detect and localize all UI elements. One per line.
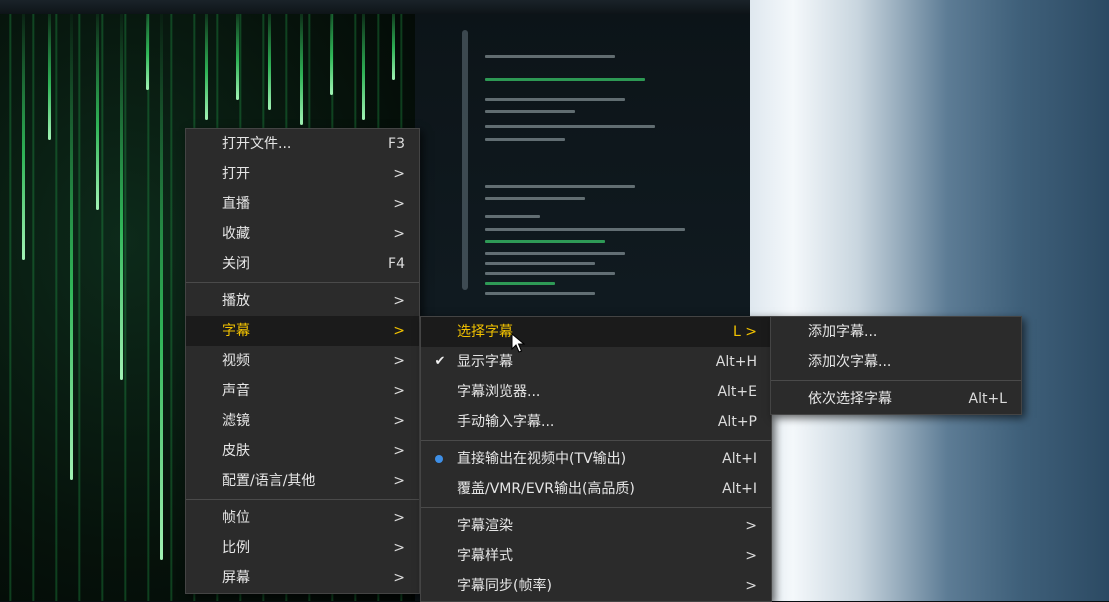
menu-separator [186,282,419,283]
submenu-arrow-icon: > [393,413,405,429]
menu-item-favorites[interactable]: 收藏 > [186,219,419,249]
submenu-arrow-icon: > [393,383,405,399]
radio-selected-icon [435,455,443,463]
menu-item-subtitle-rendering[interactable]: 字幕渲染 > [421,511,771,541]
menu-group-file: 打开文件... F3 打开 > 直播 > 收藏 > 关闭 F4 [186,129,419,279]
shortcut-label: Alt+I [722,451,757,467]
submenu-arrow-icon: > [393,443,405,459]
checkmark-icon: ✔ [434,354,446,369]
menu-separator [421,507,771,508]
blurred-window-light [750,0,1109,601]
menu-item-play[interactable]: 播放 > [186,286,419,316]
submenu-arrow-icon: > [393,293,405,309]
menu-item-screen[interactable]: 屏幕 > [186,563,419,593]
menu-item-subtitle-sync[interactable]: 字幕同步(帧率) > [421,571,771,601]
menu-group-subtitle-settings: 字幕渲染 > 字幕样式 > 字幕同步(帧率) > [421,511,771,601]
menu-group-cycle-subtitle: 依次选择字幕 Alt+L [771,384,1021,414]
submenu-arrow-icon: > [745,548,757,564]
submenu-select-subtitle: 添加字幕... 添加次字幕... 依次选择字幕 Alt+L [770,316,1022,415]
menu-item-close[interactable]: 关闭 F4 [186,249,419,279]
menu-group-add-subtitle: 添加字幕... 添加次字幕... [771,317,1021,377]
menu-group-media: 播放 > 字幕 > 视频 > 声音 > 滤镜 > 皮肤 > 配置/语言/其他 > [186,286,419,496]
menu-separator [421,440,771,441]
menu-group-display: 帧位 > 比例 > 屏幕 > [186,503,419,593]
submenu-arrow-icon: > [393,473,405,489]
shortcut-label: F4 [388,256,405,272]
submenu-subtitles: 选择字幕 L > ✔ 显示字幕 Alt+H 字幕浏览器... Alt+E 手动输入字幕.… [420,316,772,602]
menu-separator [186,499,419,500]
shortcut-label: F3 [388,136,405,152]
menu-item-filters[interactable]: 滤镜 > [186,406,419,436]
shortcut-label: Alt+H [715,354,757,370]
menu-item-subtitle-style[interactable]: 字幕样式 > [421,541,771,571]
submenu-arrow-icon: > [393,570,405,586]
menu-group-subtitle-source: 选择字幕 L > ✔ 显示字幕 Alt+H 字幕浏览器... Alt+E 手动输入字幕.… [421,317,771,437]
shortcut-label: Alt+L [968,391,1008,407]
context-menu-main: 打开文件... F3 打开 > 直播 > 收藏 > 关闭 F4 播放 > 字幕 > 视频 > 声… [185,128,420,594]
menu-item-add-subtitle[interactable]: 添加字幕... [771,317,1021,347]
menu-item-add-secondary-subtitle[interactable]: 添加次字幕... [771,347,1021,377]
menu-group-output-mode: 直接输出在视频中(TV输出) Alt+I 覆盖/VMR/EVR输出(高品质) Alt… [421,444,771,504]
submenu-arrow-icon: > [393,196,405,212]
submenu-arrow-icon: > [393,540,405,556]
menu-item-live[interactable]: 直播 > [186,189,419,219]
menu-item-open-file[interactable]: 打开文件... F3 [186,129,419,159]
menu-item-select-subtitle[interactable]: 选择字幕 L > [421,317,771,347]
shortcut-label: Alt+I [722,481,757,497]
menu-item-subtitles[interactable]: 字幕 > [186,316,419,346]
menu-item-manual-subtitle-input[interactable]: 手动输入字幕... Alt+P [421,407,771,437]
menu-item-aspect-ratio[interactable]: 比例 > [186,533,419,563]
shortcut-label: Alt+P [717,414,757,430]
menu-separator [771,380,1021,381]
submenu-arrow-icon: > [393,353,405,369]
menu-item-frame-position[interactable]: 帧位 > [186,503,419,533]
submenu-arrow-icon: > [393,166,405,182]
menu-item-output-in-video[interactable]: 直接输出在视频中(TV输出) Alt+I [421,444,771,474]
shortcut-label: L > [733,324,757,340]
menu-item-overlay-output[interactable]: 覆盖/VMR/EVR输出(高品质) Alt+I [421,474,771,504]
menu-item-skins[interactable]: 皮肤 > [186,436,419,466]
menu-item-cycle-subtitles[interactable]: 依次选择字幕 Alt+L [771,384,1021,414]
submenu-arrow-icon: > [745,578,757,594]
menu-item-show-subtitles[interactable]: ✔ 显示字幕 Alt+H [421,347,771,377]
menu-item-video[interactable]: 视频 > [186,346,419,376]
menu-item-subtitle-browser[interactable]: 字幕浏览器... Alt+E [421,377,771,407]
menu-item-audio[interactable]: 声音 > [186,376,419,406]
submenu-arrow-icon: > [393,226,405,242]
shortcut-label: Alt+E [717,384,757,400]
submenu-arrow-icon: > [393,510,405,526]
menu-item-config-language-other[interactable]: 配置/语言/其他 > [186,466,419,496]
menu-item-open[interactable]: 打开 > [186,159,419,189]
submenu-arrow-icon: > [393,323,405,339]
submenu-arrow-icon: > [745,518,757,534]
